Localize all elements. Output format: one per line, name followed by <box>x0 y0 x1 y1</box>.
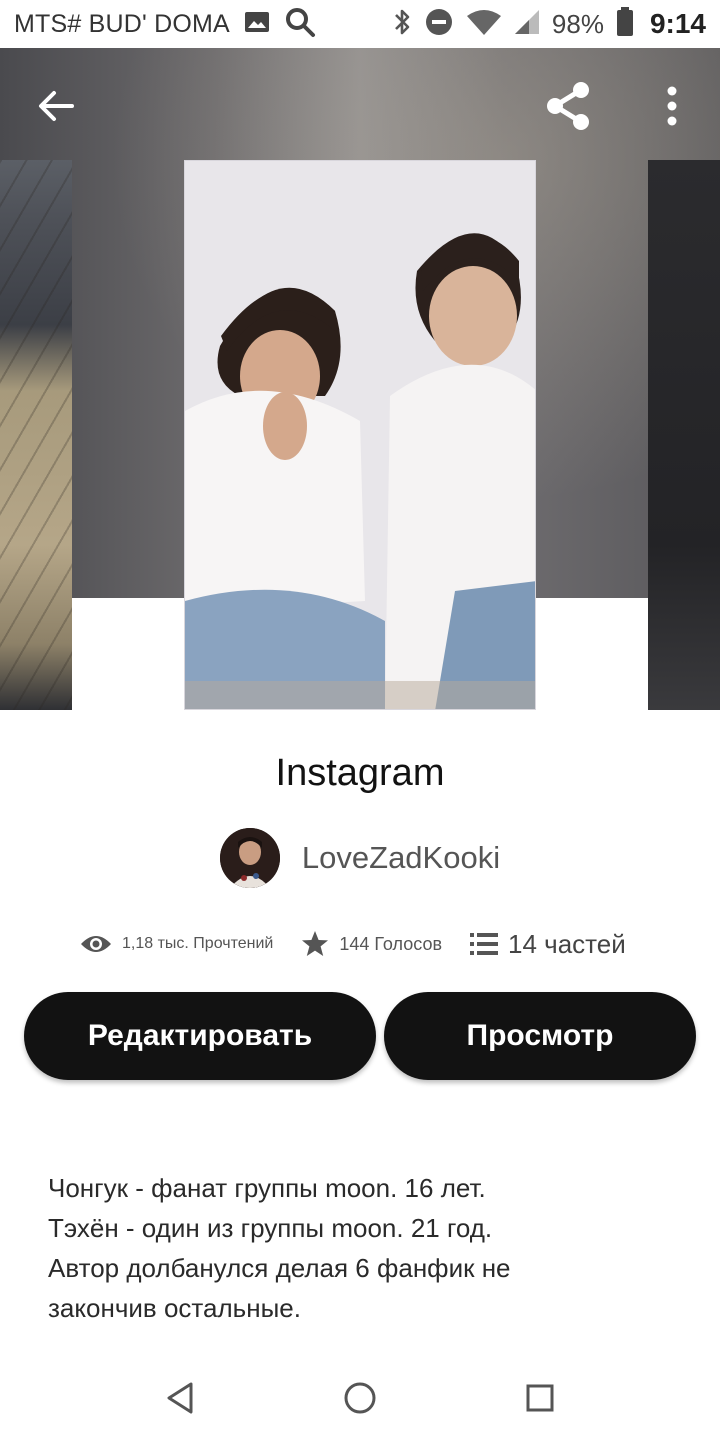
previous-cover[interactable] <box>0 160 72 710</box>
home-circle-icon <box>344 1382 376 1414</box>
parts-stat[interactable]: 14 частей <box>470 929 626 960</box>
status-bar: MTS# BUD' DOMA 98% 9:14 <box>0 0 720 48</box>
author-avatar[interactable] <box>219 828 280 888</box>
signal-icon <box>514 9 540 40</box>
recents-square-icon <box>526 1384 554 1412</box>
wifi-icon <box>466 8 502 41</box>
author-name[interactable]: LoveZadKooki <box>302 840 500 876</box>
bluetooth-icon <box>392 7 412 42</box>
search-icon <box>284 6 316 43</box>
edit-button[interactable]: Редактировать <box>24 992 376 1080</box>
votes-count: 144 Голосов <box>339 933 443 954</box>
star-icon <box>302 931 329 956</box>
votes-stat: 144 Голосов <box>301 930 442 958</box>
nav-recents-button[interactable] <box>518 1376 562 1420</box>
image-icon <box>244 11 270 38</box>
story-stats: 1,18 тыс. Прочтений 144 Голосов 14 часте… <box>80 922 660 966</box>
more-vertical-icon <box>667 86 677 126</box>
reads-count: 1,18 тыс. Прочтений <box>122 935 274 952</box>
list-icon <box>470 933 499 955</box>
eye-icon <box>81 936 111 952</box>
nav-home-button[interactable] <box>338 1376 382 1420</box>
back-arrow-icon <box>39 91 74 121</box>
story-cover-image[interactable] <box>184 160 536 710</box>
clock: 9:14 <box>649 8 706 39</box>
story-title: Instagram <box>275 752 445 794</box>
share-icon <box>547 82 589 130</box>
cover-carousel <box>0 48 720 710</box>
more-options-button[interactable] <box>642 76 702 136</box>
author-row[interactable]: LoveZadKooki <box>0 828 720 888</box>
battery-percent: 98% <box>551 8 604 39</box>
battery-icon <box>616 6 634 42</box>
share-button[interactable] <box>538 76 598 136</box>
system-navigation-bar <box>0 1358 720 1440</box>
nav-back-button[interactable] <box>158 1376 202 1420</box>
parts-count: 14 частей <box>508 928 626 959</box>
back-triangle-icon <box>167 1382 193 1414</box>
story-description: Чонгук - фанат группы moon. 16 лет. Тэхё… <box>48 1173 511 1323</box>
next-cover[interactable] <box>648 160 720 710</box>
carrier-name: MTS# BUD' DOMA <box>14 9 230 38</box>
back-button[interactable] <box>26 76 86 136</box>
view-button[interactable]: Просмотр <box>384 992 696 1080</box>
do-not-disturb-icon <box>424 7 454 42</box>
reads-stat: 1,18 тыс. Прочтений <box>80 933 273 955</box>
